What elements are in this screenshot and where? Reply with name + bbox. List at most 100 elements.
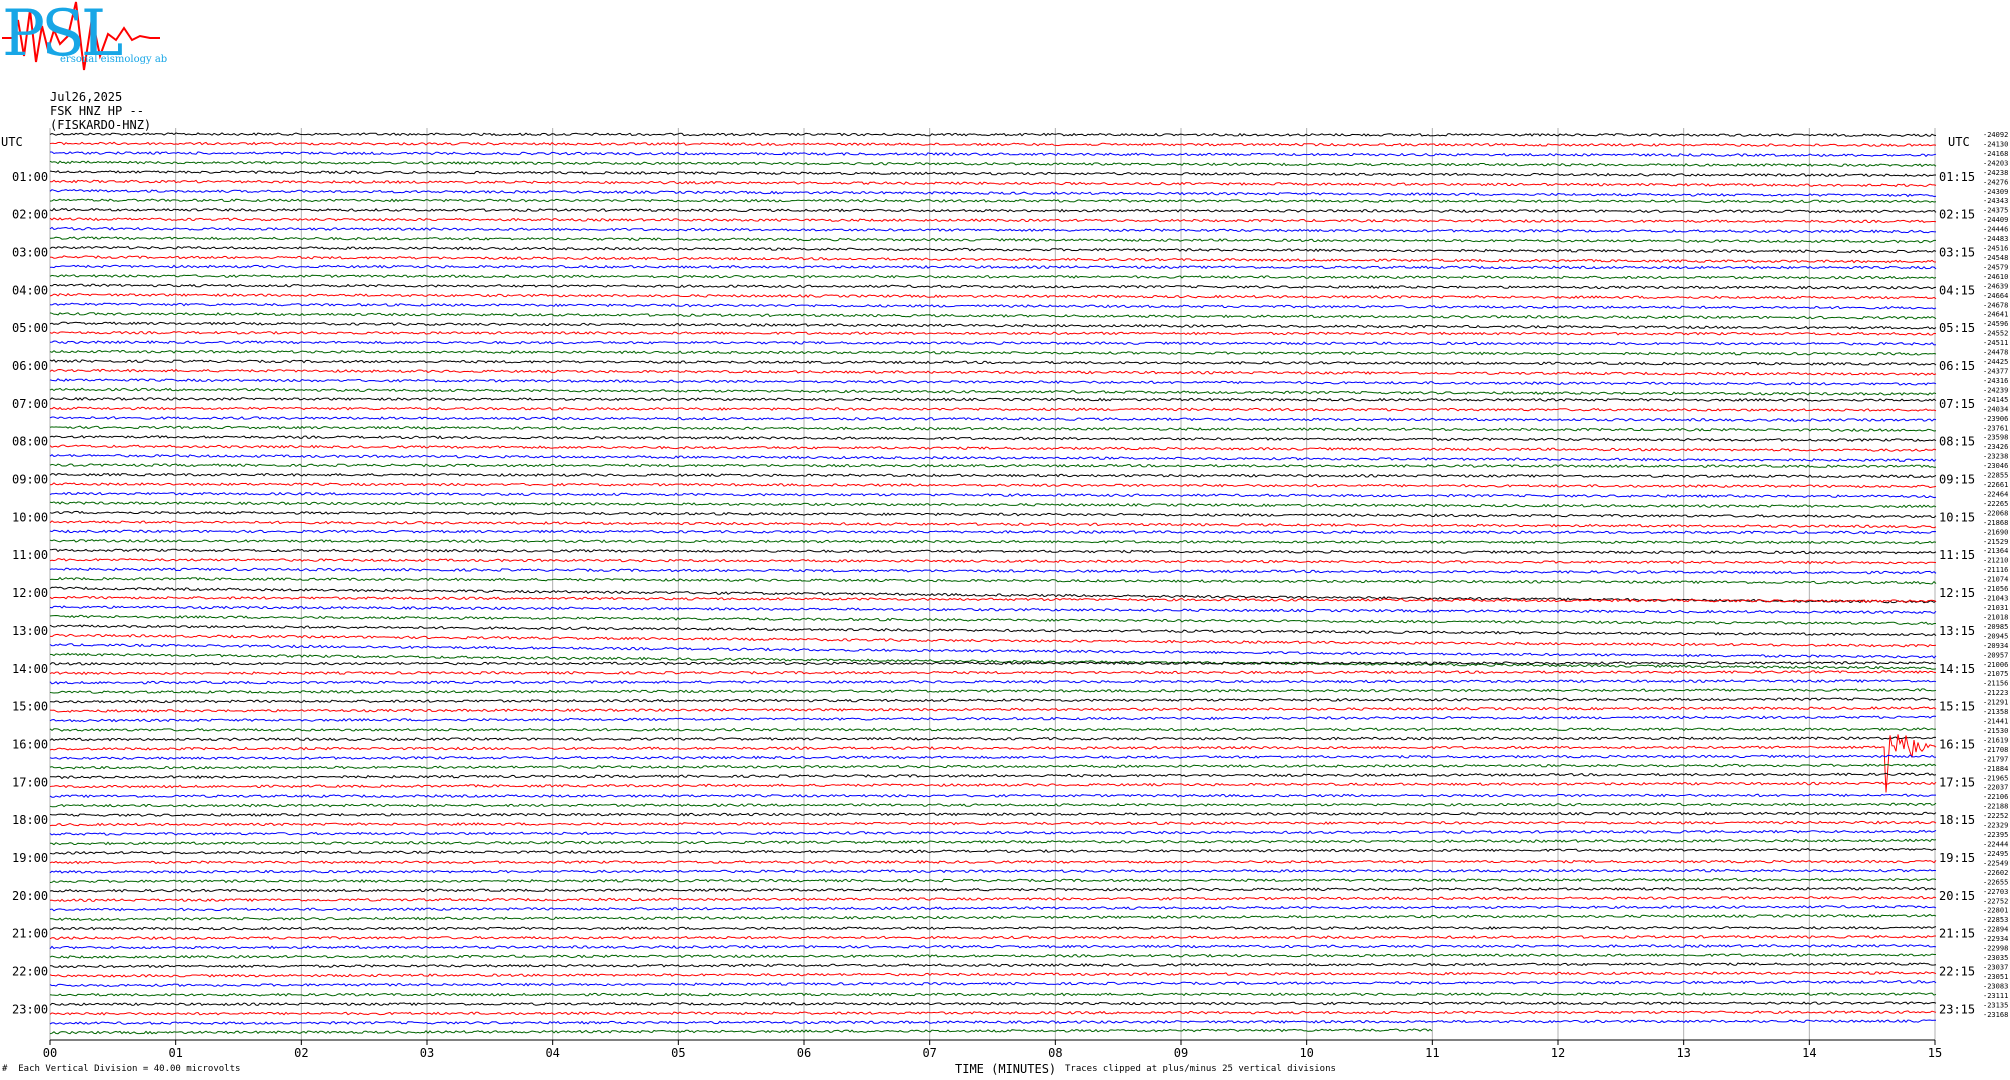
trace-offset-label: -22068: [1983, 509, 2008, 517]
trace-offset-label: -22661: [1983, 481, 2008, 489]
trace-line-95: [49, 1019, 1937, 1025]
right-utc-label: 01:15: [1939, 170, 1975, 184]
right-utc-label: 13:15: [1939, 624, 1975, 638]
x-tick-label-10: 10: [1299, 1046, 1313, 1060]
trace-offset-label: -22265: [1983, 500, 2008, 508]
trace-line-10: [49, 217, 1937, 224]
trace-line-43: [49, 529, 1937, 535]
trace-offset-label: -24276: [1983, 178, 2008, 186]
trace-line-62: [49, 706, 1937, 713]
trace-line-16: [49, 274, 1937, 280]
right-utc-label: 08:15: [1939, 435, 1975, 449]
trace-offset-label: -22655: [1983, 878, 2008, 886]
trace-line-57: [49, 661, 1936, 666]
trace-line-88: [49, 953, 1936, 959]
trace-offset-label: -22495: [1983, 850, 2008, 858]
trace-line-80: [49, 877, 1937, 884]
left-utc-label: 02:00: [12, 208, 48, 222]
right-utc-label: 02:15: [1939, 208, 1975, 222]
left-utc-label: 21:00: [12, 927, 48, 941]
trace-offset-label: -21868: [1983, 519, 2008, 527]
trace-line-7: [49, 189, 1937, 198]
plot-grid: [49, 128, 1936, 1041]
trace-offset-label: -21358: [1983, 708, 2008, 716]
right-axis-title: UTC: [1948, 135, 1970, 149]
trace-offset-label: -22801: [1983, 907, 2008, 915]
left-utc-label: 06:00: [12, 359, 48, 373]
trace-line-36: [49, 463, 1936, 469]
trace-offset-label: -22602: [1983, 869, 2008, 877]
trace-line-59: [49, 679, 1937, 685]
left-utc-label: 23:00: [12, 1002, 48, 1016]
trace-offset-label: -24130: [1983, 140, 2008, 148]
trace-offset-label: -24579: [1983, 263, 2008, 271]
trace-line-83: [49, 905, 1937, 912]
right-utc-label: 10:15: [1939, 510, 1975, 524]
trace-line-69: [49, 772, 1937, 780]
trace-offset-label: -22444: [1983, 841, 2008, 849]
trace-offset-label: -21043: [1983, 595, 2008, 603]
trace-line-21: [49, 321, 1937, 330]
x-tick-label-08: 08: [1048, 1046, 1062, 1060]
clip-note: Traces clipped at plus/minus 25 vertical…: [1065, 1064, 1336, 1074]
x-tick-label-15: 15: [1928, 1046, 1942, 1060]
left-utc-label: 18:00: [12, 813, 48, 827]
left-utc-label: 19:00: [12, 851, 48, 865]
trace-line-8: [49, 198, 1937, 204]
trace-line-92: [49, 992, 1937, 997]
trace-offset-label: -21291: [1983, 699, 2008, 707]
trace-offset-label: -23035: [1983, 954, 2008, 962]
trace-line-64: [49, 727, 1937, 732]
trace-offset-label: -23051: [1983, 973, 2008, 981]
x-tick-label-02: 02: [294, 1046, 308, 1060]
x-tick-label-07: 07: [922, 1046, 936, 1060]
trace-offset-label: -23083: [1983, 982, 2008, 990]
trace-line-82: [49, 895, 1937, 903]
trace-offset-label: -24548: [1983, 254, 2008, 262]
right-utc-label: 09:15: [1939, 473, 1975, 487]
left-utc-label: 01:00: [12, 170, 48, 184]
trace-offset-label: -21210: [1983, 557, 2008, 565]
right-utc-label: 18:15: [1939, 813, 1975, 827]
trace-line-18: [49, 293, 1937, 300]
trace-offset-label: -21056: [1983, 585, 2008, 593]
trace-line-85: [49, 926, 1937, 931]
trace-offset-label: -23135: [1983, 1001, 2008, 1009]
trace-line-2: [49, 141, 1937, 147]
trace-offset-label: -24664: [1983, 292, 2008, 300]
trace-offset-label: -22703: [1983, 888, 2008, 896]
trace-offset-label: -21690: [1983, 528, 2008, 536]
trace-line-74: [49, 820, 1937, 827]
left-utc-label: 13:00: [12, 624, 48, 638]
x-axis-title: TIME (MINUTES): [955, 1062, 1057, 1076]
trace-offset-label: -22853: [1983, 916, 2008, 924]
trace-offset-label: -24639: [1983, 282, 2008, 290]
trace-offset-label: -22329: [1983, 822, 2008, 830]
trace-offset-label: -21075: [1983, 670, 2008, 678]
trace-line-89: [49, 962, 1937, 969]
trace-line-52: [49, 614, 1936, 626]
trace-offset-label: -24446: [1983, 226, 2008, 234]
trace-line-26: [49, 368, 1937, 376]
trace-offset-label: -24239: [1983, 386, 2008, 394]
trace-offset-label: -24343: [1983, 197, 2008, 205]
trace-line-5: [49, 170, 1936, 177]
trace-offset-label: -24552: [1983, 330, 2008, 338]
trace-offset-label: -24516: [1983, 245, 2008, 253]
trace-line-63: [49, 715, 1937, 723]
right-utc-label: 21:15: [1939, 927, 1975, 941]
x-tick-label-12: 12: [1551, 1046, 1565, 1060]
trace-line-78: [49, 859, 1937, 865]
trace-offset-label: -22894: [1983, 926, 2008, 934]
left-utc-label: 22:00: [12, 964, 48, 978]
trace-offset-label: -23046: [1983, 462, 2008, 470]
trace-offset-label: -24375: [1983, 207, 2008, 215]
trace-offset-label: -21529: [1983, 538, 2008, 546]
left-utc-label: 05:00: [12, 321, 48, 335]
right-utc-label: 11:15: [1939, 548, 1975, 562]
trace-offset-label: -24377: [1983, 368, 2008, 376]
trace-offset-label: -24478: [1983, 349, 2008, 357]
trace-line-45: [49, 548, 1937, 555]
left-utc-label: 20:00: [12, 889, 48, 903]
left-utc-label: 09:00: [12, 473, 48, 487]
